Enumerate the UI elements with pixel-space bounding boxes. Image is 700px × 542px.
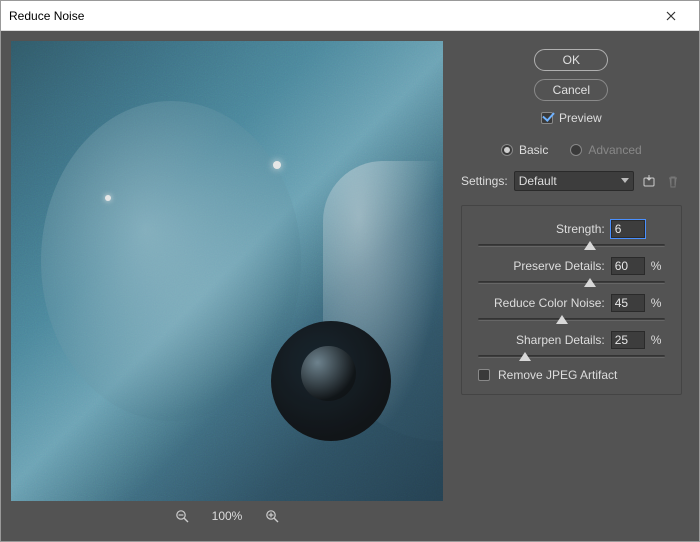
sharpen-details-slider[interactable] <box>478 355 665 358</box>
reduce-color-noise-label: Reduce Color Noise: <box>494 296 605 310</box>
preserve-details-label: Preserve Details: <box>513 259 604 273</box>
strength-thumb[interactable] <box>584 241 596 250</box>
basic-radio[interactable] <box>501 144 513 156</box>
sharpen-details-unit: % <box>651 333 665 347</box>
reduce-color-noise-input[interactable] <box>611 294 645 312</box>
zoom-controls: 100% <box>11 501 443 531</box>
remove-jpeg-row: Remove JPEG Artifact <box>478 368 665 382</box>
reduce-noise-dialog: Reduce Noise 100% OK Cancel <box>0 0 700 542</box>
strength-slider-block: Strength: <box>478 220 665 247</box>
reduce-color-noise-unit: % <box>651 296 665 310</box>
window-title: Reduce Noise <box>9 9 651 23</box>
trash-icon <box>666 174 680 188</box>
save-preset-icon <box>641 173 657 189</box>
titlebar: Reduce Noise <box>1 1 699 31</box>
preserve-details-slider-block: Preserve Details: % <box>478 257 665 284</box>
sliders-group: Strength: Preserve Details: % <box>461 205 682 395</box>
strength-slider[interactable] <box>478 244 665 247</box>
zoom-in-button[interactable] <box>264 508 280 524</box>
sharpen-details-thumb[interactable] <box>519 352 531 361</box>
cancel-button[interactable]: Cancel <box>534 79 608 101</box>
sharpen-details-slider-block: Sharpen Details: % <box>478 331 665 358</box>
zoom-level: 100% <box>212 509 243 523</box>
controls-panel: OK Cancel Preview Basic Advanced Setting… <box>443 41 690 535</box>
chevron-down-icon <box>621 178 629 183</box>
settings-label: Settings: <box>461 174 508 188</box>
strength-label: Strength: <box>556 222 605 236</box>
reduce-color-noise-slider[interactable] <box>478 318 665 321</box>
close-button[interactable] <box>651 2 691 30</box>
preview-image[interactable] <box>11 41 443 501</box>
preview-checkbox[interactable] <box>541 112 553 124</box>
remove-jpeg-label: Remove JPEG Artifact <box>498 368 617 382</box>
advanced-radio-option[interactable]: Advanced <box>570 143 641 157</box>
ok-button[interactable]: OK <box>534 49 608 71</box>
remove-jpeg-checkbox[interactable] <box>478 369 490 381</box>
sharpen-details-label: Sharpen Details: <box>516 333 605 347</box>
mode-radio-group: Basic Advanced <box>461 143 682 157</box>
dialog-body: 100% OK Cancel Preview Basic <box>1 31 699 541</box>
reduce-color-noise-slider-block: Reduce Color Noise: % <box>478 294 665 321</box>
preserve-details-input[interactable] <box>611 257 645 275</box>
reduce-color-noise-thumb[interactable] <box>556 315 568 324</box>
settings-value: Default <box>519 174 557 188</box>
advanced-radio[interactable] <box>570 144 582 156</box>
close-icon <box>666 11 676 21</box>
basic-radio-label: Basic <box>519 143 548 157</box>
preserve-details-slider[interactable] <box>478 281 665 284</box>
zoom-out-button[interactable] <box>174 508 190 524</box>
strength-input[interactable] <box>611 220 645 238</box>
save-preset-button[interactable] <box>640 172 658 190</box>
sharpen-details-input[interactable] <box>611 331 645 349</box>
advanced-radio-label: Advanced <box>588 143 641 157</box>
dialog-buttons: OK Cancel <box>461 49 682 101</box>
settings-row: Settings: Default <box>461 171 682 191</box>
settings-select[interactable]: Default <box>514 171 634 191</box>
zoom-in-icon <box>265 509 279 523</box>
zoom-out-icon <box>175 509 189 523</box>
preview-toggle-row: Preview <box>461 111 682 125</box>
delete-preset-button[interactable] <box>664 172 682 190</box>
preserve-details-unit: % <box>651 259 665 273</box>
preview-column: 100% <box>11 41 443 535</box>
preview-label: Preview <box>559 111 602 125</box>
preserve-details-thumb[interactable] <box>584 278 596 287</box>
basic-radio-option[interactable]: Basic <box>501 143 548 157</box>
